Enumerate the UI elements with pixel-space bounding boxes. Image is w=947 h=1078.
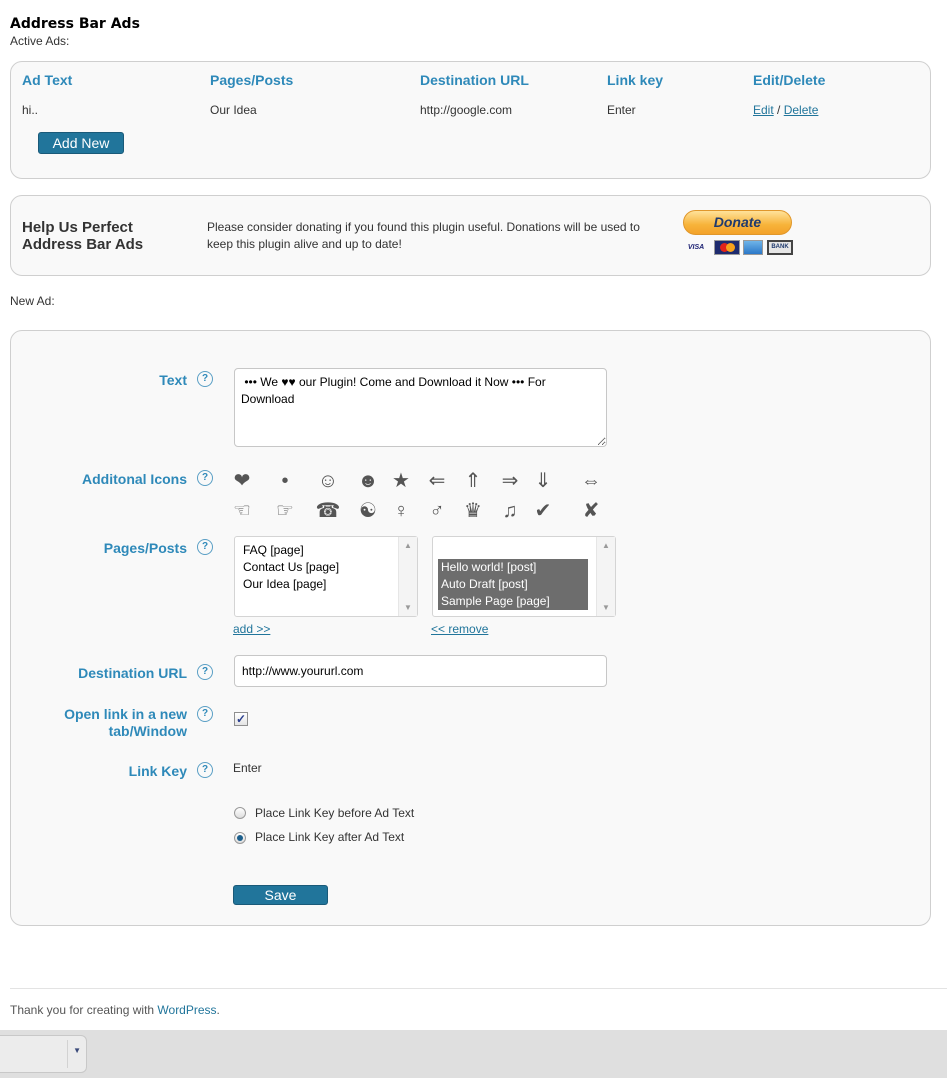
scroll-up-icon[interactable]: ▲ [602,541,610,550]
list-item[interactable]: Contact Us [page] [240,559,417,576]
add-page-link[interactable]: add >> [233,622,270,636]
column-header-pages-posts: Pages/Posts [210,72,294,88]
link-key-value: Enter [233,761,262,775]
double-arrow-up-icon[interactable]: ⇑ [460,470,486,492]
scroll-down-icon[interactable]: ▼ [404,603,412,612]
scrollbar[interactable]: ▲ ▼ [596,537,615,616]
pointing-right-hand-icon[interactable]: ☞ [272,500,298,522]
ad-text-cell: hi.. [22,103,39,117]
pages-cell: Our Idea [210,103,257,117]
save-button[interactable]: Save [233,885,328,905]
link-key-label: Link Key [128,763,187,779]
female-sign-icon[interactable]: ♀ [388,500,414,522]
delete-link[interactable]: Delete [784,103,819,117]
wordpress-link[interactable]: WordPress [157,1003,216,1017]
double-arrow-left-icon[interactable]: ⇐ [424,470,450,492]
radio-after-label[interactable]: Place Link Key after Ad Text [255,830,404,844]
heart-icon[interactable]: ❤ [229,470,255,492]
help-icon[interactable]: ? [197,664,213,680]
radio-before-label[interactable]: Place Link Key before Ad Text [255,806,414,820]
bullet-icon[interactable]: • [272,470,298,492]
music-note-icon[interactable]: ♫ [497,500,523,522]
column-header-edit-delete: Edit/Delete [753,72,826,88]
double-arrow-down-icon[interactable]: ⇓ [530,470,556,492]
destination-url-label: Destination URL [78,665,187,681]
telephone-icon[interactable]: ☎ [315,500,341,522]
link-key-cell: Enter [607,103,636,117]
list-item[interactable]: Auto Draft [post] [438,576,588,593]
chevron-down-icon: ▼ [73,1046,81,1055]
pointing-left-hand-icon[interactable]: ☜ [229,500,255,522]
column-header-ad-text: Ad Text [22,72,73,88]
bottom-bar [0,1030,947,1078]
radio-after-ad-text[interactable] [234,832,246,844]
donate-text: Please consider donating if you found th… [207,220,640,251]
visa-card-icon: VISA [687,244,705,251]
footer-thanks: Thank you for creating with [10,1003,158,1017]
check-mark-icon: ✓ [235,712,247,726]
add-new-button[interactable]: Add New [38,132,124,154]
ad-text-textarea[interactable] [234,368,607,447]
male-sign-icon[interactable]: ♂ [424,500,450,522]
scrollbar[interactable]: ▲ ▼ [398,537,417,616]
available-pages-list[interactable]: FAQ [page] Contact Us [page] Our Idea [p… [234,536,418,617]
footer-divider [10,988,947,989]
edit-delete-separator: / [777,103,781,117]
pages-posts-label: Pages/Posts [103,540,187,556]
donate-button[interactable]: Donate [683,210,792,235]
check-mark-icon[interactable]: ✔ [530,500,556,522]
help-icon[interactable]: ? [197,539,213,555]
new-tab-checkbox[interactable]: ✓ [234,712,248,726]
additional-icons-label: Additonal Icons [82,471,187,487]
new-tab-label: Open link in a new tab/Window [64,706,187,739]
edit-link[interactable]: Edit [753,103,774,117]
remove-page-link[interactable]: << remove [431,622,488,636]
column-header-destination-url: Destination URL [420,72,529,88]
bottom-dropdown[interactable]: ▼ [0,1035,87,1073]
smiley-icon[interactable]: ☺ [315,470,341,492]
selected-pages-list[interactable]: Hello world! [post] Auto Draft [post] Sa… [432,536,616,617]
double-arrow-left-right-icon[interactable]: ⇔ [578,470,604,492]
footer-suffix: . [216,1003,220,1017]
help-icon[interactable]: ? [197,470,213,486]
black-smiley-icon[interactable]: ☻ [355,470,381,492]
star-icon[interactable]: ★ [388,470,414,492]
double-arrow-right-icon[interactable]: ⇒ [497,470,523,492]
page-title: Address Bar Ads [10,16,140,32]
new-ad-label: New Ad: [10,294,55,308]
scroll-up-icon[interactable]: ▲ [404,541,412,550]
list-item[interactable]: Sample Page [page] [438,593,588,610]
yin-yang-icon[interactable]: ☯ [355,500,381,522]
bank-icon: BANK [767,240,793,255]
list-item[interactable]: Hello world! [post] [438,559,588,576]
radio-before-ad-text[interactable] [234,807,246,819]
x-mark-icon[interactable]: ✘ [578,500,604,522]
mastercard-icon [714,240,740,255]
crown-icon[interactable]: ♛ [460,500,486,522]
list-item[interactable]: Our Idea [page] [240,576,417,593]
footer-text: Thank you for creating with WordPress. [10,1003,220,1017]
list-item[interactable]: FAQ [page] [240,542,417,559]
text-label: Text [159,372,187,388]
scroll-down-icon[interactable]: ▼ [602,603,610,612]
help-icon[interactable]: ? [197,762,213,778]
donate-title: Help Us Perfect Address Bar Ads [22,219,144,253]
active-ads-label: Active Ads: [10,34,70,48]
help-icon[interactable]: ? [197,371,213,387]
amex-card-icon [743,240,763,255]
url-cell: http://google.com [420,103,513,117]
destination-url-input[interactable] [234,655,607,687]
column-header-link-key: Link key [607,72,664,88]
help-icon[interactable]: ? [197,706,213,722]
edit-delete-cell: Edit / Delete [753,103,818,117]
